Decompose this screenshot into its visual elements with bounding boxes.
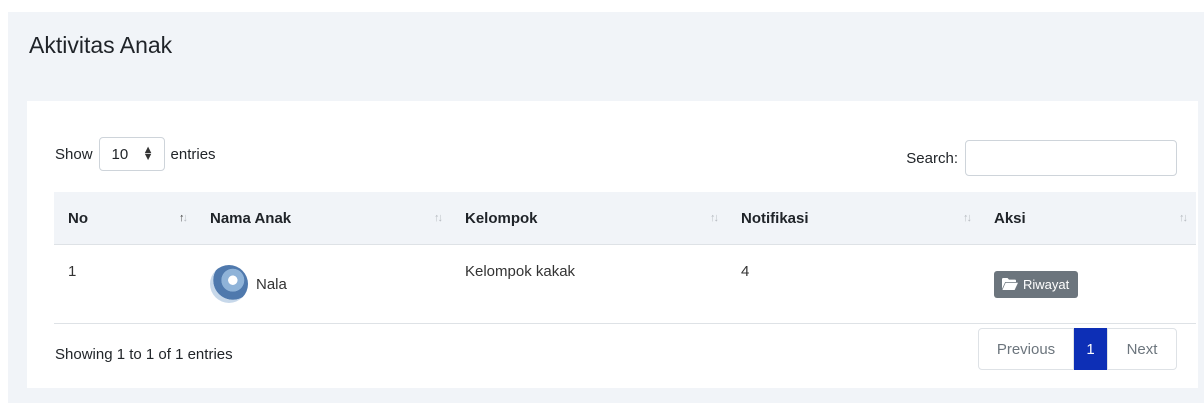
child-name: Nala xyxy=(256,275,287,293)
select-arrows-icon: ▲ ▼ xyxy=(142,144,154,163)
previous-page-button[interactable]: Previous xyxy=(978,328,1074,370)
sort-arrows-icon: ↑↓ xyxy=(434,212,443,224)
table-info: Showing 1 to 1 of 1 entries xyxy=(55,346,233,363)
sort-arrows-icon: ↑↓ xyxy=(1179,212,1188,224)
sort-arrows-icon: ↑↓ xyxy=(710,212,719,224)
search-label: Search: xyxy=(906,149,958,167)
entries-length-select[interactable]: 10 ▲ ▼ xyxy=(98,137,165,171)
table-row: 1 Nala Kelompok kakak 4 Riwayat xyxy=(54,244,1196,324)
sort-arrows-icon: ↑↓ xyxy=(963,212,972,224)
sort-arrows-icon: ↑↓ xyxy=(179,212,188,224)
table-card: Show 10 ▲ ▼ entries Search: No ↑↓ Nama An… xyxy=(27,101,1198,388)
content-wrapper: Aktivitas Anak Show 10 ▲ ▼ entries Search… xyxy=(8,12,1204,403)
page-title: Aktivitas Anak xyxy=(29,32,173,58)
length-select-value: 10 xyxy=(111,145,129,163)
cell-kelompok: Kelompok kakak xyxy=(451,244,727,324)
riwayat-button[interactable]: Riwayat xyxy=(994,270,1079,298)
column-header-kelompok[interactable]: Kelompok ↑↓ xyxy=(451,192,727,245)
riwayat-label: Riwayat xyxy=(1023,276,1070,292)
length-suffix-label: entries xyxy=(170,145,216,163)
avatar xyxy=(210,265,248,303)
next-page-button[interactable]: Next xyxy=(1107,328,1177,370)
folder-open-icon xyxy=(1002,278,1018,290)
cell-notifikasi: 4 xyxy=(727,244,980,324)
column-header-nama-anak[interactable]: Nama Anak ↑↓ xyxy=(196,192,451,245)
entries-length-control: Show 10 ▲ ▼ entries xyxy=(55,136,216,172)
column-header-label: Nama Anak xyxy=(210,209,292,227)
page-1-button[interactable]: 1 xyxy=(1074,328,1107,370)
top-strip xyxy=(0,0,1204,12)
cell-aksi: Riwayat xyxy=(980,244,1196,324)
pagination: Previous 1 Next xyxy=(978,328,1177,370)
column-header-label: Notifikasi xyxy=(741,209,809,227)
column-header-no[interactable]: No ↑↓ xyxy=(54,192,196,245)
cell-no: 1 xyxy=(54,244,196,324)
search-input[interactable] xyxy=(965,140,1177,176)
table-header-row: No ↑↓ Nama Anak ↑↓ Kelompok ↑↓ Notifikas… xyxy=(54,192,1196,245)
column-header-label: Kelompok xyxy=(465,209,538,227)
search-control: Search: xyxy=(906,140,1177,176)
column-header-aksi[interactable]: Aksi ↑↓ xyxy=(980,192,1196,245)
column-header-label: No xyxy=(68,209,88,227)
data-table: No ↑↓ Nama Anak ↑↓ Kelompok ↑↓ Notifikas… xyxy=(54,192,1196,324)
column-header-notifikasi[interactable]: Notifikasi ↑↓ xyxy=(727,192,980,245)
column-header-label: Aksi xyxy=(994,209,1026,227)
cell-nama-anak: Nala xyxy=(196,244,451,324)
length-prefix-label: Show xyxy=(55,145,93,163)
